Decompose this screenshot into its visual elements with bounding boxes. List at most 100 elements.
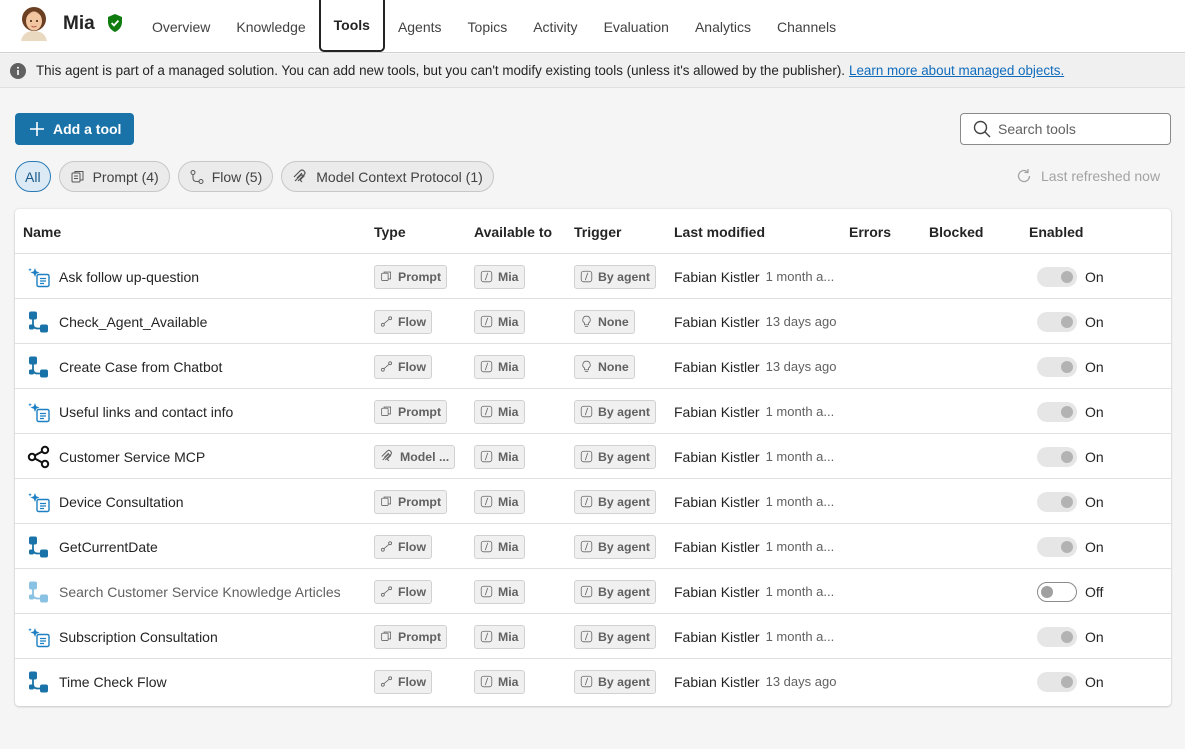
- enabled-toggle[interactable]: [1037, 536, 1077, 557]
- column-header-name[interactable]: Name: [23, 224, 61, 240]
- tool-name[interactable]: Ask follow up-question: [59, 254, 199, 299]
- agent-icon: [480, 540, 498, 553]
- available-label: Mia: [498, 404, 519, 419]
- type-chip-icon: [380, 675, 398, 688]
- type-cell: Flow: [374, 299, 433, 344]
- enabled-toggle[interactable]: [1037, 491, 1077, 512]
- info-icon: [10, 62, 26, 79]
- enabled-toggle[interactable]: [1037, 581, 1077, 602]
- table-row[interactable]: Search Customer Service Knowledge Articl…: [15, 569, 1171, 614]
- modified-cell: Fabian Kistler 13 days ago: [674, 659, 836, 704]
- refresh-icon: [1017, 169, 1031, 183]
- search-input[interactable]: [998, 121, 1158, 137]
- trigger-chip: By agent: [574, 489, 656, 514]
- learn-more-link[interactable]: Learn more about managed objects.: [849, 63, 1064, 78]
- trigger-icon: [580, 270, 598, 283]
- prompt-icon: [27, 254, 51, 299]
- enabled-label: On: [1085, 448, 1104, 465]
- agent-icon: [480, 630, 498, 643]
- type-chip: Flow: [374, 309, 433, 334]
- tab-topics[interactable]: Topics: [455, 0, 521, 53]
- modified-cell: Fabian Kistler 1 month a...: [674, 434, 834, 479]
- enabled-cell: On: [1037, 659, 1104, 704]
- tool-name[interactable]: Search Customer Service Knowledge Articl…: [59, 569, 341, 614]
- tool-name[interactable]: Time Check Flow: [59, 659, 167, 704]
- tool-name[interactable]: Useful links and contact info: [59, 389, 233, 434]
- tool-name[interactable]: Create Case from Chatbot: [59, 344, 222, 389]
- table-row[interactable]: Create Case from Chatbot Flow Mia None Fabia…: [15, 344, 1171, 389]
- column-header-modified[interactable]: Last modified: [674, 224, 765, 240]
- tool-name[interactable]: Check_Agent_Available: [59, 299, 207, 344]
- filter-all[interactable]: All: [15, 161, 51, 192]
- column-header-enabled[interactable]: Enabled: [1029, 224, 1083, 240]
- type-chip: Prompt: [374, 264, 448, 289]
- available-chip: Mia: [474, 444, 525, 469]
- enabled-cell: On: [1037, 479, 1104, 524]
- available-label: Mia: [498, 269, 519, 284]
- table-body: Ask follow up-question Prompt Mia By agent F…: [15, 254, 1171, 704]
- toggle-knob: [1061, 630, 1073, 643]
- tab-tools[interactable]: Tools: [318, 0, 385, 52]
- filter-flow[interactable]: Flow (5): [177, 161, 274, 192]
- verified-shield-icon: [108, 14, 122, 32]
- trigger-chip: None: [574, 309, 635, 334]
- type-cell: Flow: [374, 344, 433, 389]
- search-box[interactable]: [960, 113, 1171, 145]
- trigger-label: By agent: [598, 269, 650, 284]
- available-chip: Mia: [474, 264, 525, 289]
- tab-agents[interactable]: Agents: [385, 0, 455, 53]
- tool-name[interactable]: Customer Service MCP: [59, 434, 205, 479]
- table-row[interactable]: Customer Service MCP Model ... Mia By agent…: [15, 434, 1171, 479]
- refresh-label: Last refreshed now: [1041, 168, 1161, 184]
- tab-evaluation[interactable]: Evaluation: [591, 0, 682, 53]
- enabled-toggle[interactable]: [1037, 446, 1077, 467]
- available-cell: Mia: [474, 254, 525, 299]
- agent-icon: [480, 315, 498, 328]
- filter-mcp[interactable]: Model Context Protocol (1): [281, 161, 494, 192]
- tab-overview[interactable]: Overview: [139, 0, 223, 53]
- tab-channels[interactable]: Channels: [764, 0, 849, 53]
- type-label: Prompt: [398, 269, 442, 284]
- enabled-toggle[interactable]: [1037, 266, 1077, 287]
- tool-name[interactable]: Device Consultation: [59, 479, 184, 524]
- type-chip: Flow: [374, 579, 433, 604]
- trigger-icon: [580, 495, 598, 508]
- agent-icon: [480, 270, 498, 283]
- available-cell: Mia: [474, 299, 525, 344]
- table-row[interactable]: Subscription Consultation Prompt Mia By age…: [15, 614, 1171, 659]
- modified-by: Fabian Kistler: [674, 313, 760, 330]
- enabled-toggle[interactable]: [1037, 671, 1077, 692]
- trigger-chip: By agent: [574, 669, 656, 694]
- table-row[interactable]: GetCurrentDate Flow Mia By agent Fabian Kist…: [15, 524, 1171, 569]
- column-header-trigger[interactable]: Trigger: [574, 224, 621, 240]
- available-chip: Mia: [474, 489, 525, 514]
- column-header-errors[interactable]: Errors: [849, 224, 891, 240]
- filter-prompt[interactable]: Prompt (4): [58, 161, 170, 192]
- column-header-available[interactable]: Available to: [474, 224, 552, 240]
- table-row[interactable]: Ask follow up-question Prompt Mia By agent F…: [15, 254, 1171, 299]
- table-row[interactable]: Time Check Flow Flow Mia By agent Fabian Kis…: [15, 659, 1171, 704]
- enabled-toggle[interactable]: [1037, 626, 1077, 647]
- enabled-toggle[interactable]: [1037, 356, 1077, 377]
- enabled-toggle[interactable]: [1037, 401, 1077, 422]
- refresh-status[interactable]: Last refreshed now: [1016, 168, 1160, 184]
- tool-name[interactable]: Subscription Consultation: [59, 614, 218, 659]
- tab-analytics[interactable]: Analytics: [682, 0, 764, 53]
- column-header-blocked[interactable]: Blocked: [929, 224, 983, 240]
- flow-icon: [27, 524, 51, 569]
- table-row[interactable]: Check_Agent_Available Flow Mia None Fabian K…: [15, 299, 1171, 344]
- tool-name[interactable]: GetCurrentDate: [59, 524, 158, 569]
- column-header-type[interactable]: Type: [374, 224, 406, 240]
- tab-knowledge[interactable]: Knowledge: [223, 0, 318, 53]
- enabled-label: On: [1085, 493, 1104, 510]
- table-row[interactable]: Useful links and contact info Prompt Mia By…: [15, 389, 1171, 434]
- tab-activity[interactable]: Activity: [520, 0, 590, 53]
- trigger-label: By agent: [598, 449, 650, 464]
- enabled-toggle[interactable]: [1037, 311, 1077, 332]
- table-row[interactable]: Device Consultation Prompt Mia By agent Fabi…: [15, 479, 1171, 524]
- add-tool-button[interactable]: Add a tool: [15, 113, 134, 145]
- trigger-cell: None: [574, 344, 635, 389]
- toggle-knob: [1061, 675, 1073, 688]
- toggle-knob: [1061, 450, 1073, 463]
- type-label: Flow: [398, 359, 427, 374]
